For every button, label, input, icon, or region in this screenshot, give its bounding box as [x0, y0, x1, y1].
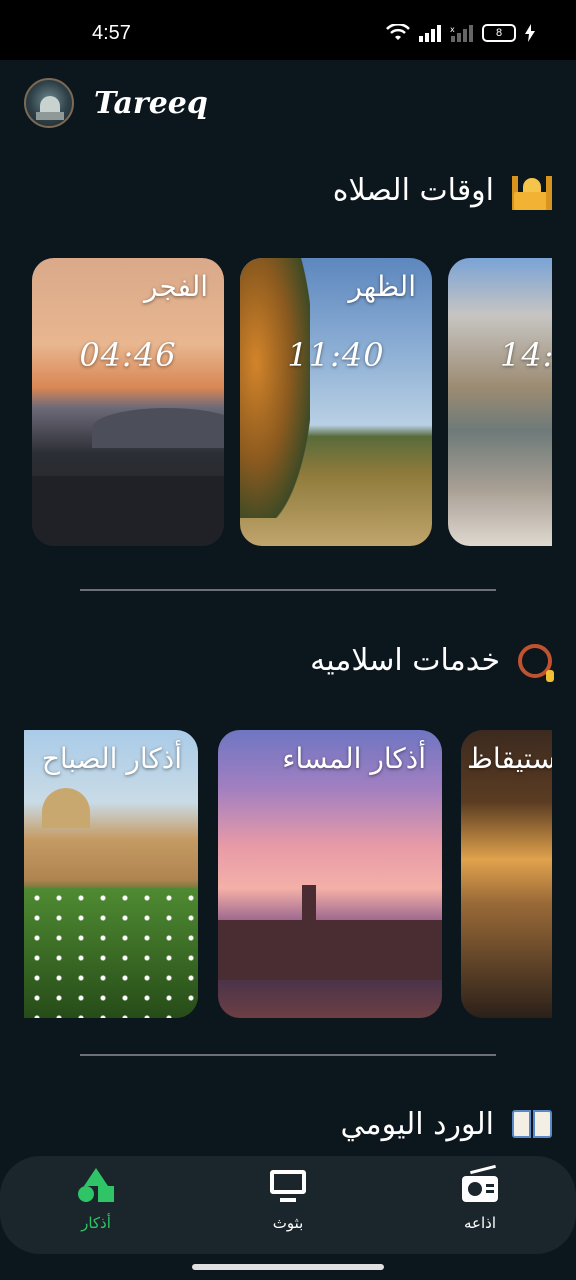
- nav-item-broadcasts[interactable]: بثوث: [228, 1166, 348, 1232]
- nav-item-adhkar[interactable]: أذكار: [36, 1166, 156, 1232]
- daily-wird-title: الورد اليومي: [340, 1106, 494, 1142]
- nav-label: بثوث: [272, 1214, 304, 1232]
- tv-icon: [268, 1166, 308, 1206]
- prayer-beads-icon: [518, 644, 554, 682]
- prayer-card-fajr[interactable]: الفجر 04:46: [32, 258, 224, 546]
- avatar[interactable]: [24, 78, 74, 128]
- nav-label: اذاعه: [463, 1214, 496, 1232]
- prayer-card-dhuhr[interactable]: الظهر 11:40: [240, 258, 432, 546]
- section-divider: [80, 1054, 496, 1056]
- app-title: Tareeq: [94, 85, 208, 121]
- islamic-services-carousel[interactable]: أذكار الصباح أذكار المساء ستيقاظ: [24, 730, 552, 1018]
- prayer-times-heading: اوقات الصلاه: [333, 170, 552, 210]
- service-name: أذكار المساء: [282, 742, 426, 775]
- service-name: ستيقاظ: [467, 742, 552, 775]
- mosque-icon: [512, 170, 552, 210]
- svg-text:x: x: [450, 25, 455, 34]
- bottom-navigation: أذكار بثوث اذاعه: [0, 1156, 576, 1254]
- section-divider: [80, 589, 496, 591]
- prayer-times-title: اوقات الصلاه: [332, 172, 494, 208]
- service-card-evening-adhkar[interactable]: أذكار المساء: [218, 730, 442, 1018]
- charging-icon: [525, 24, 535, 42]
- battery-indicator: 8: [482, 24, 516, 42]
- prayer-times-carousel[interactable]: الفجر 04:46 الظهر 11:40 14:: [0, 258, 552, 546]
- radio-icon: [460, 1164, 500, 1206]
- status-icons: x 8: [386, 24, 536, 42]
- service-card-morning-adhkar[interactable]: أذكار الصباح: [24, 730, 198, 1018]
- signal-no-service-icon: x: [450, 25, 473, 42]
- signal-icon: [419, 25, 441, 42]
- service-card-waking-adhkar[interactable]: ستيقاظ: [461, 730, 552, 1018]
- prayer-time: 11:40: [287, 336, 385, 374]
- islamic-services-title: خدمات اسلاميه: [310, 642, 500, 678]
- prayer-card-asr[interactable]: 14:: [448, 258, 552, 546]
- prayer-time: 04:46: [79, 336, 177, 374]
- islamic-services-heading: خدمات اسلاميه: [310, 642, 554, 682]
- open-book-icon: [512, 1104, 552, 1144]
- prayer-time: 14:: [500, 336, 552, 374]
- app-header: Tareeq: [24, 76, 208, 130]
- shapes-icon: [76, 1166, 116, 1206]
- prayer-name: الظهر: [348, 270, 416, 303]
- daily-wird-heading: الورد اليومي: [341, 1104, 552, 1144]
- nav-label: أذكار: [81, 1214, 111, 1232]
- nav-item-radio[interactable]: اذاعه: [420, 1164, 540, 1232]
- home-indicator[interactable]: [192, 1264, 384, 1270]
- prayer-name: الفجر: [144, 270, 208, 303]
- service-name: أذكار الصباح: [41, 742, 182, 775]
- wifi-icon: [386, 24, 410, 40]
- status-bar: 4:57 x 8: [0, 0, 576, 60]
- status-time: 4:57: [92, 22, 131, 44]
